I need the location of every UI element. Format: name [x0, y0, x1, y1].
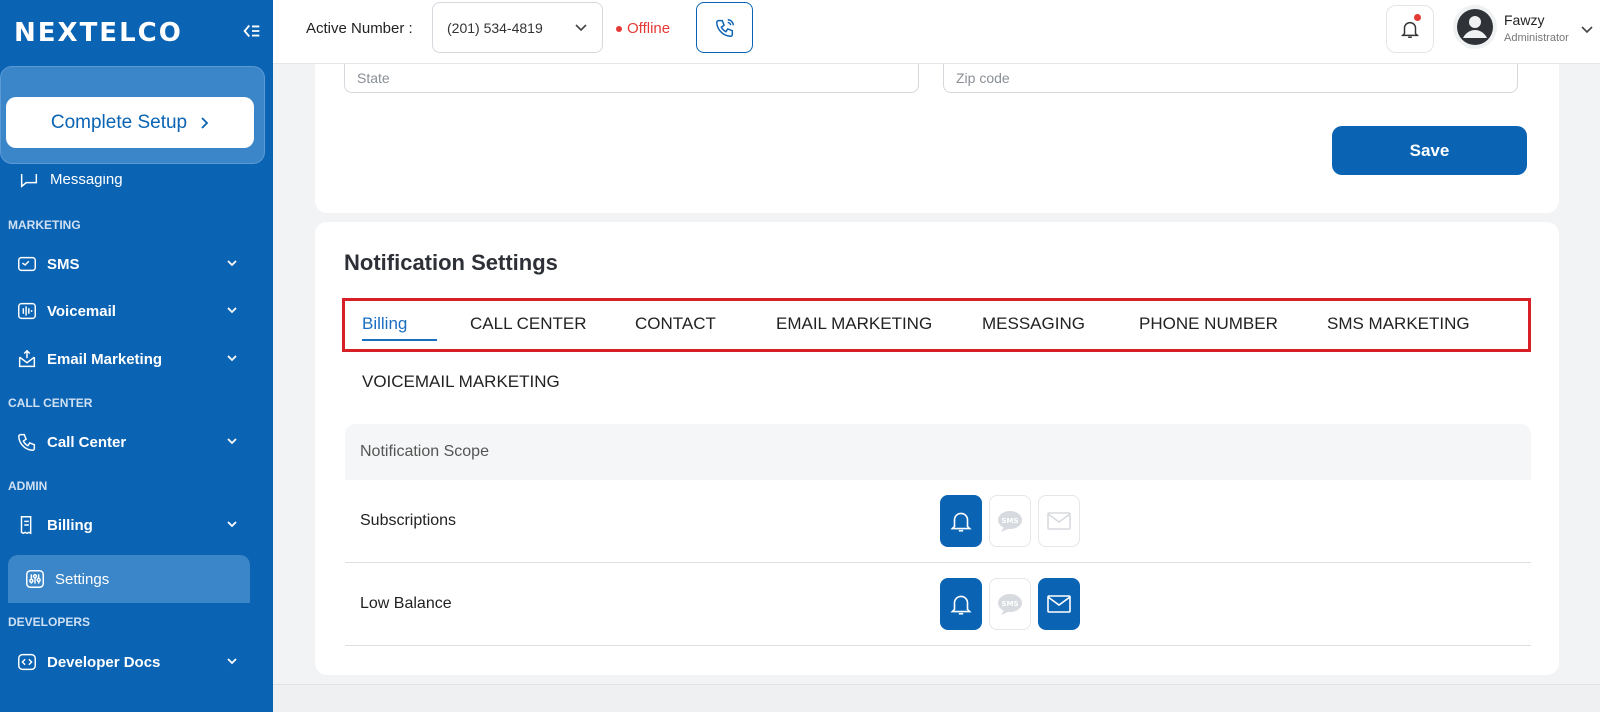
sidebar-item-messaging[interactable]: Messaging: [18, 170, 123, 192]
tab-messaging[interactable]: MESSAGING: [982, 314, 1085, 334]
bell-icon: [950, 595, 972, 615]
sidebar-item-email-marketing[interactable]: Email Marketing: [0, 339, 260, 379]
sms-toggle[interactable]: SMS: [989, 495, 1031, 547]
sidebar-item-call-center[interactable]: Call Center: [0, 422, 260, 462]
tab-sms-marketing[interactable]: SMS MARKETING: [1327, 314, 1470, 334]
card-title: Notification Settings: [344, 250, 558, 275]
zip-code-field[interactable]: Zip code: [943, 64, 1518, 93]
collapse-sidebar-icon[interactable]: [241, 20, 263, 42]
code-icon: [18, 653, 36, 671]
setup-panel: Complete Setup: [0, 66, 265, 164]
avatar[interactable]: [1453, 5, 1497, 49]
chevron-down-icon: [227, 521, 237, 528]
complete-setup-button[interactable]: Complete Setup: [6, 97, 254, 148]
notification-scope-table: Notification Scope Subscriptions SMS Low…: [345, 424, 1531, 647]
tab-email-marketing[interactable]: EMAIL MARKETING: [776, 314, 932, 334]
sms-icon: SMS: [998, 511, 1022, 532]
email-toggle[interactable]: [1038, 495, 1080, 547]
active-number-value: (201) 534-4819: [447, 19, 543, 36]
push-toggle[interactable]: [940, 578, 982, 630]
phone-call-icon: [715, 18, 734, 37]
logo: NEXTELCO: [14, 18, 183, 48]
chevron-down-icon: [227, 355, 237, 362]
sidebar-item-label: Settings: [55, 570, 110, 588]
chevron-down-icon: [227, 658, 237, 665]
push-toggle[interactable]: [940, 495, 982, 547]
sidebar-item-label: Developer Docs: [47, 653, 161, 671]
table-row: Low Balance SMS: [345, 563, 1531, 646]
call-button[interactable]: [696, 2, 753, 53]
status-dot: [616, 25, 622, 32]
sidebar-item-billing[interactable]: Billing: [0, 505, 260, 545]
receipt-icon: [20, 516, 32, 535]
user-role: Administrator: [1504, 32, 1569, 44]
svg-text:SMS: SMS: [1001, 517, 1018, 525]
complete-setup-label: Complete Setup: [50, 111, 188, 133]
email-marketing-icon: [18, 349, 36, 368]
tab-contact[interactable]: CONTACT: [635, 314, 716, 334]
tab-billing[interactable]: Billing: [362, 314, 407, 334]
bell-icon: [950, 512, 972, 532]
chevron-down-icon: [575, 24, 587, 32]
tab-phone-number[interactable]: PHONE NUMBER: [1139, 314, 1278, 334]
table-row: Subscriptions SMS: [345, 480, 1531, 563]
voicemail-icon: [18, 302, 36, 320]
email-toggle[interactable]: [1038, 578, 1080, 630]
sms-toggle[interactable]: SMS: [989, 578, 1031, 630]
sms-message-icon: [18, 256, 36, 272]
chevron-right-icon: [201, 116, 209, 129]
sidebar-item-developer-docs[interactable]: Developer Docs: [0, 642, 260, 682]
tab-call-center[interactable]: CALL CENTER: [470, 314, 587, 334]
sidebar-item-label: Messaging: [50, 170, 123, 188]
sidebar-item-label: Billing: [47, 516, 93, 534]
svg-text:SMS: SMS: [1001, 600, 1018, 608]
sidebar-item-label: Voicemail: [47, 302, 116, 320]
chevron-down-icon: [227, 438, 237, 445]
mail-icon: [1047, 512, 1071, 530]
topbar: Active Number : (201) 534-4819 Offline F…: [273, 0, 1600, 64]
user-name: Fawzy: [1504, 12, 1545, 28]
section-admin: ADMIN: [8, 479, 48, 493]
chat-icon: [20, 174, 38, 188]
notification-settings-card: Notification Settings Billing CALL CENTE…: [315, 222, 1559, 675]
sidebar-item-voicemail[interactable]: Voicemail: [0, 291, 260, 331]
tab-voicemail-marketing[interactable]: VOICEMAIL MARKETING: [362, 372, 560, 392]
sidebar-item-label: Call Center: [47, 433, 127, 451]
sidebar-item-label: Email Marketing: [47, 350, 163, 368]
status-badge: Offline: [616, 20, 670, 37]
logo-row: NEXTELCO: [0, 0, 273, 66]
sidebar: NEXTELCO Complete Setup Messaging MARKET…: [0, 0, 273, 712]
notification-dot: [1414, 14, 1421, 21]
chevron-down-icon: [227, 260, 237, 267]
state-placeholder: State: [357, 70, 390, 86]
page-footer-strip: [273, 684, 1600, 712]
zip-code-placeholder: Zip code: [956, 70, 1010, 86]
profile-form-card: State Zip code Save: [315, 64, 1559, 213]
state-field[interactable]: State: [344, 64, 919, 93]
sidebar-item-label: SMS: [47, 255, 80, 273]
phone-call-icon: [18, 433, 36, 451]
row-label: Subscriptions: [360, 512, 457, 529]
active-number-label: Active Number :: [306, 20, 413, 37]
sms-icon: SMS: [998, 594, 1022, 615]
user-avatar-icon: [1457, 9, 1493, 45]
sidebar-item-sms[interactable]: SMS: [0, 244, 260, 284]
row-label: Low Balance: [360, 595, 452, 612]
scope-header: Notification Scope: [360, 443, 489, 460]
section-developers: DEVELOPERS: [8, 615, 91, 629]
active-tab-underline: [362, 339, 437, 341]
notifications-button[interactable]: [1386, 5, 1434, 53]
save-button[interactable]: Save: [1332, 126, 1527, 175]
section-marketing: MARKETING: [8, 218, 81, 232]
mail-icon: [1047, 595, 1071, 613]
chevron-down-icon: [227, 307, 237, 314]
settings-sliders-icon: [26, 570, 44, 588]
active-number-select[interactable]: (201) 534-4819: [432, 2, 603, 53]
sidebar-item-settings[interactable]: Settings: [8, 555, 250, 603]
table-header: Notification Scope: [345, 424, 1531, 480]
chevron-down-icon[interactable]: [1580, 22, 1594, 36]
status-text: Offline: [627, 20, 671, 37]
section-call-center: CALL CENTER: [8, 396, 93, 410]
